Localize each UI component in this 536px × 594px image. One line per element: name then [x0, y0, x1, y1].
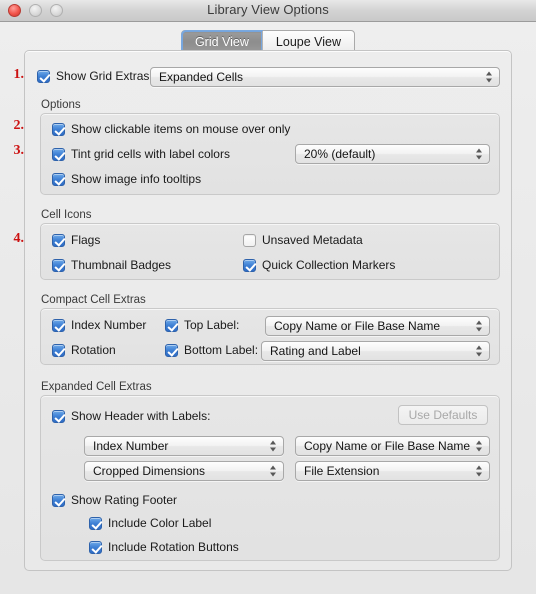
- updown-arrows-icon: [476, 148, 483, 161]
- unsaved-metadata-label: Unsaved Metadata: [262, 233, 363, 247]
- show-image-info-tooltips-row[interactable]: Show image info tooltips: [52, 172, 201, 186]
- expanded-popup-top-right-value: Copy Name or File Base Name: [304, 439, 471, 453]
- show-rating-footer-checkbox[interactable]: [52, 493, 65, 507]
- tint-amount-popup[interactable]: 20% (default): [295, 144, 490, 164]
- annotation-1: 1.: [13, 67, 25, 82]
- show-image-info-tooltips-label: Show image info tooltips: [71, 172, 202, 186]
- updown-arrows-icon: [270, 465, 277, 478]
- bottom-label-popup-value: Rating and Label: [270, 344, 361, 358]
- quick-collection-markers-row[interactable]: Quick Collection Markers: [243, 258, 395, 272]
- show-clickable-items-checkbox[interactable]: [52, 122, 65, 136]
- quick-collection-markers-checkbox[interactable]: [243, 258, 256, 272]
- rotation-checkbox[interactable]: [52, 343, 65, 357]
- expanded-popup-bottom-left[interactable]: Cropped Dimensions: [84, 461, 284, 481]
- include-color-label-label: Include Color Label: [108, 516, 212, 530]
- bottom-label-popup[interactable]: Rating and Label: [261, 341, 490, 361]
- grid-extras-popup[interactable]: Expanded Cells: [150, 67, 500, 87]
- top-label-popup[interactable]: Copy Name or File Base Name: [265, 316, 490, 336]
- annotation-2: 2.: [13, 118, 25, 133]
- thumbnail-badges-row[interactable]: Thumbnail Badges: [52, 258, 171, 272]
- tint-grid-cells-row[interactable]: Tint grid cells with label colors: [52, 147, 230, 161]
- unsaved-metadata-row[interactable]: Unsaved Metadata: [243, 233, 363, 247]
- grid-extras-popup-value: Expanded Cells: [159, 70, 244, 84]
- expanded-popup-bottom-right[interactable]: File Extension: [295, 461, 490, 481]
- include-color-label-row[interactable]: Include Color Label: [89, 516, 211, 530]
- expanded-popup-top-left[interactable]: Index Number: [84, 436, 284, 456]
- show-header-with-labels-row[interactable]: Show Header with Labels:: [52, 409, 210, 423]
- updown-arrows-icon: [476, 345, 483, 358]
- window-title: Library View Options: [207, 2, 329, 17]
- top-label-popup-value: Copy Name or File Base Name: [274, 319, 441, 333]
- show-rating-footer-row[interactable]: Show Rating Footer: [52, 493, 177, 507]
- include-rotation-buttons-row[interactable]: Include Rotation Buttons: [89, 540, 239, 554]
- top-label-label: Top Label:: [184, 318, 240, 332]
- index-number-label: Index Number: [71, 318, 147, 332]
- index-number-checkbox[interactable]: [52, 318, 65, 332]
- annotation-3: 3.: [13, 143, 25, 158]
- updown-arrows-icon: [476, 320, 483, 333]
- show-rating-footer-label: Show Rating Footer: [71, 493, 178, 507]
- rotation-label: Rotation: [71, 343, 116, 357]
- bottom-label-row[interactable]: Bottom Label:: [165, 343, 258, 357]
- expanded-popup-top-left-value: Index Number: [93, 439, 169, 453]
- expanded-popup-top-right[interactable]: Copy Name or File Base Name: [295, 436, 490, 456]
- show-grid-extras-row[interactable]: Show Grid Extras:: [37, 69, 153, 83]
- options-panel: Show Grid Extras: Expanded Cells Options…: [24, 50, 512, 571]
- show-grid-extras-label: Show Grid Extras:: [56, 69, 153, 83]
- cell-icons-group-title: Cell Icons: [41, 209, 92, 221]
- show-header-with-labels-label: Show Header with Labels:: [71, 409, 211, 423]
- thumbnail-badges-checkbox[interactable]: [52, 258, 65, 272]
- annotation-4: 4.: [13, 231, 25, 246]
- flags-label: Flags: [71, 233, 101, 247]
- bottom-label-checkbox[interactable]: [165, 343, 178, 357]
- unsaved-metadata-checkbox[interactable]: [243, 233, 256, 247]
- index-number-row[interactable]: Index Number: [52, 318, 146, 332]
- top-label-checkbox[interactable]: [165, 318, 178, 332]
- show-clickable-items-row[interactable]: Show clickable items on mouse over only: [52, 122, 290, 136]
- rotation-row[interactable]: Rotation: [52, 343, 116, 357]
- show-image-info-tooltips-checkbox[interactable]: [52, 172, 65, 186]
- include-color-label-checkbox[interactable]: [89, 516, 102, 530]
- compact-cell-extras-group-title: Compact Cell Extras: [41, 294, 146, 306]
- use-defaults-button[interactable]: Use Defaults: [398, 405, 488, 425]
- title-bar: Library View Options: [0, 0, 536, 22]
- updown-arrows-icon: [270, 440, 277, 453]
- show-header-with-labels-checkbox[interactable]: [52, 409, 65, 423]
- show-grid-extras-checkbox[interactable]: [37, 69, 50, 83]
- tint-grid-cells-checkbox[interactable]: [52, 147, 65, 161]
- quick-collection-markers-label: Quick Collection Markers: [262, 258, 396, 272]
- updown-arrows-icon: [486, 71, 493, 84]
- include-rotation-buttons-checkbox[interactable]: [89, 540, 102, 554]
- tint-grid-cells-label: Tint grid cells with label colors: [71, 147, 230, 161]
- updown-arrows-icon: [476, 440, 483, 453]
- flags-row[interactable]: Flags: [52, 233, 100, 247]
- options-group-title: Options: [41, 99, 81, 111]
- updown-arrows-icon: [476, 465, 483, 478]
- include-rotation-buttons-label: Include Rotation Buttons: [108, 540, 239, 554]
- library-view-options-window: Library View Options Grid View Loupe Vie…: [0, 0, 536, 594]
- expanded-popup-bottom-left-value: Cropped Dimensions: [93, 464, 206, 478]
- tint-amount-popup-value: 20% (default): [304, 147, 376, 161]
- top-label-row[interactable]: Top Label:: [165, 318, 239, 332]
- thumbnail-badges-label: Thumbnail Badges: [71, 258, 172, 272]
- bottom-label-label: Bottom Label:: [184, 343, 259, 357]
- expanded-cell-extras-group-title: Expanded Cell Extras: [41, 381, 152, 393]
- show-clickable-items-label: Show clickable items on mouse over only: [71, 122, 291, 136]
- expanded-popup-bottom-right-value: File Extension: [304, 464, 380, 478]
- flags-checkbox[interactable]: [52, 233, 65, 247]
